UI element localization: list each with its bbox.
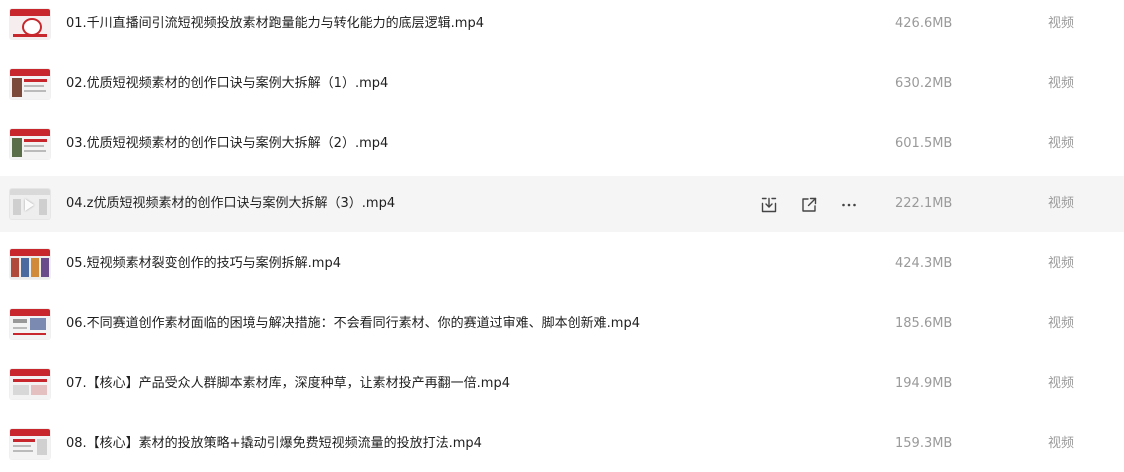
file-size: 159.3MB <box>895 436 953 451</box>
file-row[interactable]: 01.千川直播间引流短视频投放素材跑量能力与转化能力的底层逻辑.mp4 426.… <box>0 0 1124 56</box>
file-type: 视频 <box>1048 316 1075 331</box>
file-size: 222.1MB <box>895 196 953 211</box>
video-thumbnail <box>10 309 50 339</box>
file-name[interactable]: 08.【核心】素材的投放策略+撬动引爆免费短视频流量的投放打法.mp4 <box>66 434 482 454</box>
file-name[interactable]: 03.优质短视频素材的创作口诀与案例大拆解（2）.mp4 <box>66 134 388 154</box>
play-icon <box>25 199 34 211</box>
file-name[interactable]: 04.z优质短视频素材的创作口诀与案例大拆解（3）.mp4 <box>66 194 395 214</box>
file-row[interactable]: 03.优质短视频素材的创作口诀与案例大拆解（2）.mp4 601.5MB 视频 <box>0 120 1124 176</box>
download-icon[interactable] <box>759 195 779 215</box>
file-row-hovered[interactable]: 04.z优质短视频素材的创作口诀与案例大拆解（3）.mp4 222.1MB 视频 <box>0 176 1124 232</box>
file-name[interactable]: 07.【核心】产品受众人群脚本素材库，深度种草，让素材投产再翻一倍.mp4 <box>66 374 510 394</box>
file-row[interactable]: 02.优质短视频素材的创作口诀与案例大拆解（1）.mp4 630.2MB 视频 <box>0 60 1124 116</box>
file-size: 185.6MB <box>895 316 953 331</box>
file-row[interactable]: 06.不同赛道创作素材面临的困境与解决措施：不会看同行素材、你的赛道过审难、脚本… <box>0 300 1124 356</box>
file-type: 视频 <box>1048 16 1075 31</box>
video-thumbnail <box>10 69 50 99</box>
file-type: 视频 <box>1048 196 1075 211</box>
file-size: 194.9MB <box>895 376 953 391</box>
file-type: 视频 <box>1048 436 1075 451</box>
file-type: 视频 <box>1048 136 1075 151</box>
share-icon[interactable] <box>799 195 819 215</box>
file-type: 视频 <box>1048 76 1075 91</box>
file-name[interactable]: 06.不同赛道创作素材面临的困境与解决措施：不会看同行素材、你的赛道过审难、脚本… <box>66 314 640 334</box>
video-thumbnail <box>10 189 50 219</box>
video-thumbnail <box>10 429 50 459</box>
file-type: 视频 <box>1048 256 1075 271</box>
file-size: 630.2MB <box>895 76 953 91</box>
file-row[interactable]: 08.【核心】素材的投放策略+撬动引爆免费短视频流量的投放打法.mp4 159.… <box>0 420 1124 472</box>
file-type: 视频 <box>1048 376 1075 391</box>
file-name[interactable]: 01.千川直播间引流短视频投放素材跑量能力与转化能力的底层逻辑.mp4 <box>66 14 484 34</box>
video-thumbnail <box>10 9 50 39</box>
video-thumbnail <box>10 129 50 159</box>
file-list: 01.千川直播间引流短视频投放素材跑量能力与转化能力的底层逻辑.mp4 426.… <box>0 0 1124 472</box>
file-size: 601.5MB <box>895 136 953 151</box>
video-thumbnail <box>10 249 50 279</box>
video-thumbnail <box>10 369 50 399</box>
more-icon[interactable] <box>839 195 859 215</box>
file-name[interactable]: 02.优质短视频素材的创作口诀与案例大拆解（1）.mp4 <box>66 74 388 94</box>
file-name[interactable]: 05.短视频素材裂变创作的技巧与案例拆解.mp4 <box>66 254 341 274</box>
file-size: 426.6MB <box>895 16 953 31</box>
file-size: 424.3MB <box>895 256 953 271</box>
file-row[interactable]: 07.【核心】产品受众人群脚本素材库，深度种草，让素材投产再翻一倍.mp4 19… <box>0 360 1124 416</box>
file-row[interactable]: 05.短视频素材裂变创作的技巧与案例拆解.mp4 424.3MB 视频 <box>0 240 1124 296</box>
